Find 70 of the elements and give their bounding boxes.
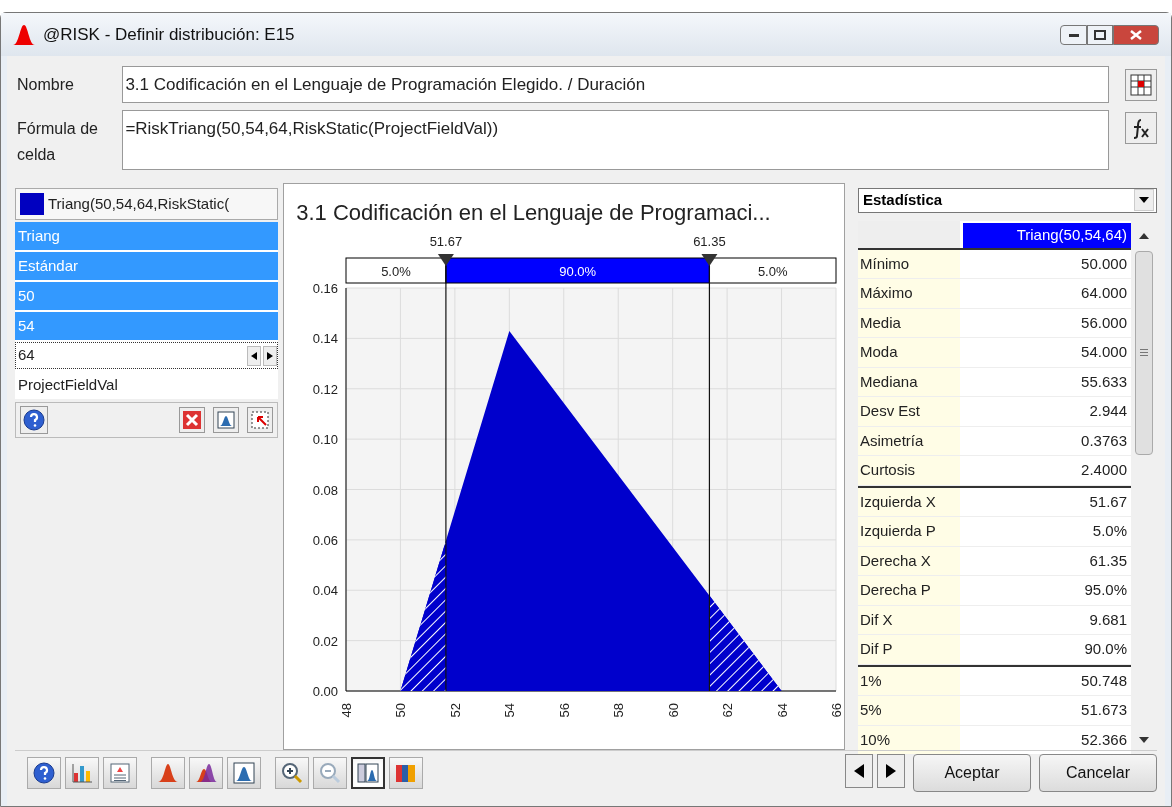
x-tick-label: 54 — [502, 703, 518, 718]
statistic-label: Mediana — [858, 367, 960, 396]
statistic-label: 5% — [858, 696, 960, 725]
x-tick-label: 66 — [829, 703, 845, 718]
statistic-value: 50.748 — [1080, 670, 1128, 691]
field-label: Fórmula de celda — [16, 119, 99, 165]
statistic-label: Izquierda P — [858, 517, 960, 546]
statistic-label: Curtosis — [858, 456, 960, 485]
chart-title: 3.1 Codificación en el Lenguaje de Programaci... — [295, 199, 772, 227]
x-tick-label: 48 — [339, 703, 355, 718]
name-field[interactable]: 3.1 Codificación en el Lenguaje de Programación Elegido. / Duración — [122, 66, 1110, 103]
x-tick-label: 52 — [448, 703, 464, 718]
statistic-label: Máximo — [858, 279, 960, 308]
window-title: @RISK - Definir distribución: E15 — [43, 23, 295, 46]
statistic-value: 0.3763 — [1080, 430, 1128, 451]
statistic-value: 95.0% — [1083, 580, 1128, 600]
band-label: 5.0% — [758, 264, 788, 279]
statistic-value: 51.673 — [1080, 700, 1128, 720]
statistic-value: 5.0% — [1091, 521, 1128, 541]
statistic-value: 2.944 — [1088, 401, 1128, 421]
statistic-label: Asimetría — [858, 426, 960, 455]
x-tick-label: 62 — [720, 703, 736, 718]
y-tick-label: 0.12 — [312, 381, 339, 397]
statistic-label: Mínimo — [858, 249, 960, 278]
statistic-value: 90.0% — [1083, 639, 1128, 659]
statistics-dropdown[interactable]: Estadística — [858, 188, 1157, 213]
statistic-value: 64.000 — [1080, 283, 1128, 303]
x-tick-label: 50 — [393, 703, 409, 718]
formula-field[interactable]: =RiskTriang(50,54,64,RiskStatic(ProjectFieldVal)) — [122, 110, 1110, 170]
x-tick-label: 56 — [556, 703, 572, 718]
y-tick-label: 0.14 — [312, 331, 339, 347]
statistic-value: 2.4000 — [1080, 460, 1128, 480]
statistic-label: Derecha P — [858, 576, 960, 605]
dialog-button[interactable]: Aceptar — [913, 753, 1031, 792]
statistic-value: 54.000 — [1080, 342, 1128, 362]
statistic-label: 1% — [858, 666, 960, 695]
statistic-label: Moda — [858, 338, 960, 367]
y-tick-label: 0.08 — [312, 482, 339, 498]
y-tick-label: 0.06 — [312, 532, 339, 548]
x-tick-label: 58 — [611, 703, 627, 718]
distribution-name: Triang(50,54,64,RiskStatic( — [48, 193, 230, 214]
statistic-label: Derecha X — [858, 546, 960, 575]
statistic-label: Desv Est — [858, 397, 960, 426]
y-tick-label: 0.04 — [312, 583, 339, 599]
y-tick-label: 0.02 — [312, 633, 339, 649]
statistic-value: 50.000 — [1080, 253, 1128, 274]
delimiter-value: 51.67 — [429, 234, 463, 249]
field-label: Nombre — [16, 74, 75, 95]
statistic-label: 10% — [858, 725, 960, 754]
band-label: 90.0% — [559, 264, 597, 279]
dialog-button[interactable]: Cancelar — [1039, 753, 1157, 792]
statistic-value: 61.35 — [1088, 550, 1128, 571]
statistic-label: Dif P — [858, 635, 960, 664]
statistic-value: 52.366 — [1080, 729, 1128, 750]
delimiter-value: 61.35 — [693, 234, 726, 249]
band-label: 5.0% — [381, 264, 411, 279]
x-tick-label: 64 — [774, 703, 790, 718]
statistic-value: 56.000 — [1080, 312, 1128, 333]
statistic-label: Dif X — [858, 605, 960, 634]
statistic-label: Izquierda X — [858, 487, 960, 516]
statistic-label: Media — [858, 308, 960, 337]
x-tick-label: 60 — [665, 703, 681, 718]
y-tick-label: 0.00 — [312, 684, 339, 699]
parameter-field[interactable]: 64 — [15, 342, 279, 369]
column-header: Triang(50,54,64) — [963, 222, 1131, 248]
statistic-value: 55.633 — [1080, 371, 1128, 392]
statistic-value: 9.681 — [1088, 609, 1128, 630]
y-tick-label: 0.16 — [312, 281, 339, 296]
statistic-value: 51.67 — [1088, 491, 1128, 512]
y-tick-label: 0.10 — [312, 432, 339, 448]
